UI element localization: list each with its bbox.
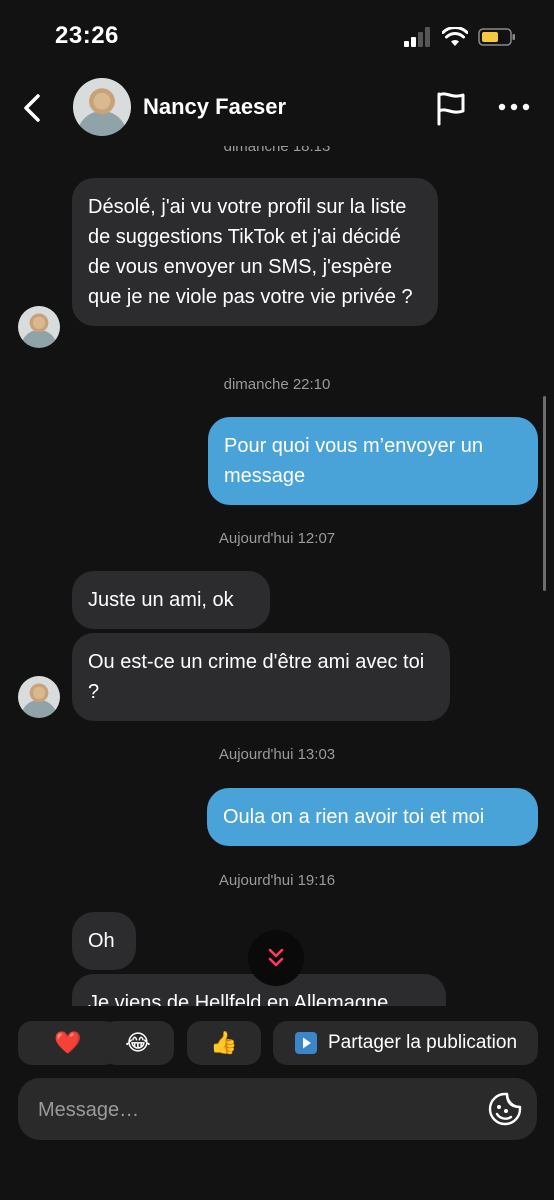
message-composer (18, 1078, 537, 1140)
incoming-message[interactable]: Juste un ami, ok (72, 571, 270, 629)
cellular-signal-icon (404, 27, 430, 47)
chat-header: Nancy Faeser (0, 70, 554, 146)
status-icons (404, 26, 516, 48)
sticker-icon[interactable] (487, 1091, 523, 1127)
incoming-message[interactable]: Désolé, j'ai vu votre profil sur la list… (72, 178, 438, 326)
report-flag-icon[interactable] (434, 90, 468, 126)
message-list[interactable]: dimanche 18:13 Désolé, j'ai vu votre pro… (0, 146, 554, 1006)
battery-icon (478, 28, 515, 46)
outgoing-message[interactable]: Oula on a rien avoir toi et moi (207, 788, 538, 846)
status-bar: 23:26 (0, 0, 554, 70)
wifi-icon (442, 27, 468, 46)
scroll-to-bottom-button[interactable] (248, 930, 304, 986)
contact-avatar[interactable] (73, 78, 131, 136)
back-arrow-icon[interactable] (18, 90, 48, 126)
sender-avatar[interactable] (18, 306, 60, 348)
thumbs-up-reaction-button[interactable]: 👍 (187, 1021, 261, 1065)
message-input[interactable] (36, 1092, 470, 1128)
contact-name[interactable]: Nancy Faeser (143, 94, 286, 120)
message-timestamp: Aujourd'hui 19:16 (218, 872, 336, 889)
laugh-reaction-button[interactable]: 😂 (102, 1021, 174, 1065)
heart-icon: ❤️ (54, 1030, 82, 1055)
quick-reactions-bar: ❤️ 😂 👍 Partager la publication (0, 1018, 554, 1068)
outgoing-message[interactable]: Pour quoi vous m’envoyer un message (208, 417, 538, 505)
share-post-label: Partager la publication (327, 1032, 518, 1053)
status-time: 23:26 (55, 22, 119, 49)
share-post-button[interactable]: Partager la publication (273, 1021, 538, 1065)
message-timestamp: dimanche 18:13 (223, 146, 331, 155)
message-timestamp: Aujourd'hui 12:07 (218, 530, 336, 547)
thumbs-up-icon: 👍 (210, 1030, 238, 1055)
double-chevron-down-icon (268, 948, 284, 967)
play-share-icon (294, 1032, 317, 1054)
sender-avatar[interactable] (18, 676, 60, 718)
more-options-icon[interactable] (498, 100, 530, 114)
laughing-face-icon: 😂 (125, 1030, 151, 1055)
message-timestamp: Aujourd'hui 13:03 (218, 746, 336, 763)
incoming-message[interactable]: Oh (72, 912, 136, 970)
scrollbar[interactable] (543, 396, 546, 591)
message-timestamp: dimanche 22:10 (223, 376, 331, 393)
incoming-message[interactable]: Ou est-ce un crime d'être ami avec toi ? (72, 633, 450, 721)
